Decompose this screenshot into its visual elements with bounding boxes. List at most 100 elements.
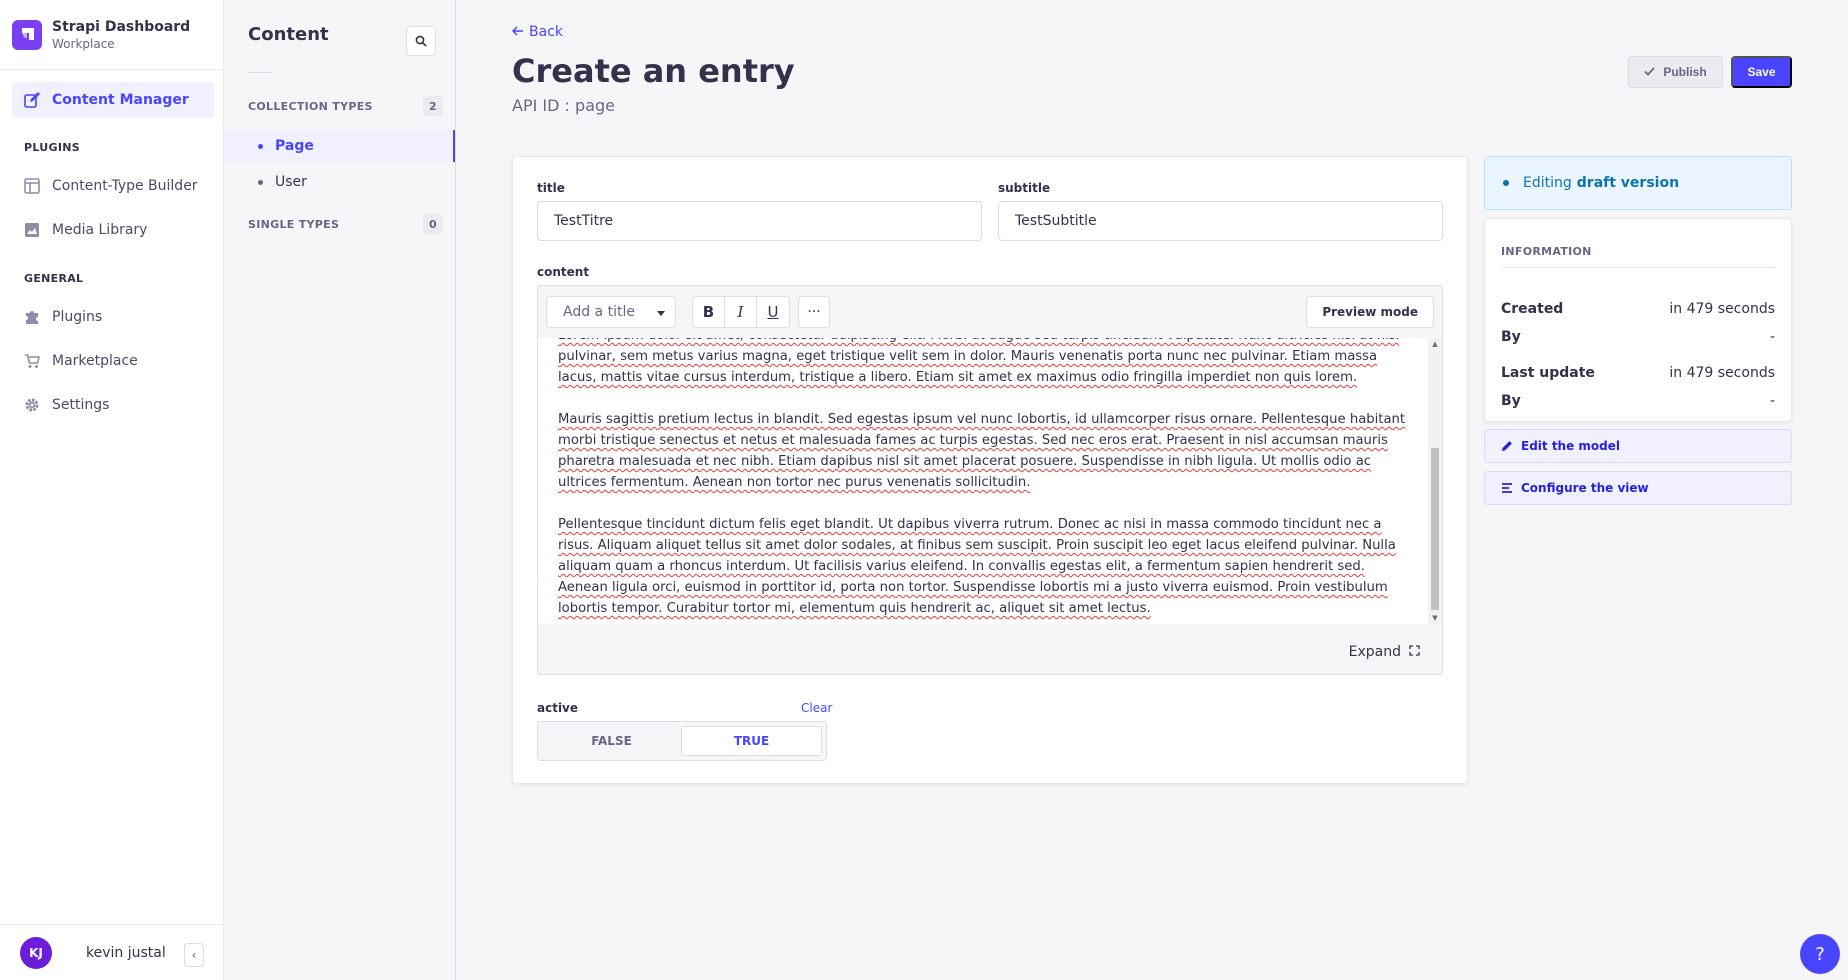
shopping-cart-icon	[24, 353, 40, 369]
caret-down-icon	[657, 304, 665, 320]
heading-select-placeholder: Add a title	[563, 304, 635, 320]
edit-model-button[interactable]: Edit the model	[1484, 429, 1792, 463]
nav-content-manager[interactable]: Content Manager	[12, 82, 214, 118]
bold-button[interactable]: B	[693, 297, 725, 327]
chevron-left-icon: ‹	[191, 948, 197, 962]
bullet-icon	[258, 143, 263, 149]
subnav-search-button[interactable]	[406, 26, 436, 56]
gear-icon	[24, 397, 40, 413]
subtitle-input[interactable]: TestSubtitle	[998, 201, 1443, 241]
edit-model-label: Edit the model	[1521, 439, 1620, 453]
created-by-label: By	[1501, 329, 1521, 345]
info-row-created: Created in 479 seconds	[1501, 301, 1775, 317]
back-label: Back	[529, 24, 563, 40]
information-title: INFORMATION	[1501, 245, 1592, 258]
nav-marketplace[interactable]: Marketplace	[12, 343, 214, 379]
check-icon	[1644, 65, 1655, 79]
updated-by-value: -	[1769, 393, 1775, 409]
collapse-nav-button[interactable]: ‹	[184, 943, 204, 967]
created-label: Created	[1501, 301, 1564, 317]
content-paragraph: Mauris sagittis pretium lectus in blandi…	[558, 412, 1406, 490]
collection-types-label: COLLECTION TYPES	[248, 99, 373, 113]
user-footer: KJ kevin justal ‹	[0, 924, 224, 980]
content-label: content	[537, 265, 590, 279]
user-name[interactable]: kevin justal	[86, 945, 166, 961]
nav-plugins[interactable]: Plugins	[12, 299, 214, 335]
strapi-logo-icon	[12, 19, 42, 50]
format-button-group: B I U	[692, 296, 790, 328]
more-options-button[interactable]: ···	[798, 296, 830, 328]
single-types-section[interactable]: SINGLE TYPES 0	[248, 214, 443, 234]
subnav-item-page[interactable]: Page	[224, 130, 455, 162]
scrollbar-thumb[interactable]	[1431, 448, 1439, 610]
nav-section-plugins: PLUGINS	[24, 141, 80, 154]
created-value: in 479 seconds	[1669, 301, 1775, 317]
content-paragraph: Lorem ipsum dolor sit amet, consectetur …	[558, 338, 1399, 385]
updated-value: in 479 seconds	[1669, 365, 1775, 381]
information-divider	[1501, 267, 1775, 268]
entry-form: title TestTitre subtitle TestSubtitle co…	[512, 156, 1468, 784]
created-by-value: -	[1769, 329, 1775, 345]
info-row-created-by: By -	[1501, 329, 1775, 345]
expand-button[interactable]: Expand	[1349, 644, 1420, 660]
subnav-divider	[248, 72, 272, 73]
false-option[interactable]: FALSE	[542, 726, 681, 756]
editor-text[interactable]: Lorem ipsum dolor sit amet, consectetur …	[558, 338, 1418, 624]
editor-content-area[interactable]: Lorem ipsum dolor sit amet, consectetur …	[538, 338, 1442, 624]
help-button[interactable]: ?	[1800, 934, 1840, 974]
status-dot-icon	[1503, 180, 1509, 186]
nav-marketplace-label: Marketplace	[52, 353, 138, 369]
subnav-item-user[interactable]: User	[224, 166, 455, 198]
api-id: API ID : page	[512, 96, 615, 115]
single-types-label: SINGLE TYPES	[248, 217, 340, 231]
scroll-up-arrow-icon[interactable]: ▲	[1428, 338, 1442, 350]
updated-label: Last update	[1501, 365, 1595, 381]
expand-icon	[1409, 644, 1420, 660]
image-icon	[24, 222, 40, 238]
true-option[interactable]: TRUE	[681, 726, 822, 756]
underline-button[interactable]: U	[757, 297, 789, 327]
nav-media-library[interactable]: Media Library	[12, 212, 214, 248]
nav-settings-label: Settings	[52, 397, 110, 413]
nav-plugins-label: Plugins	[52, 309, 103, 325]
collection-types-section[interactable]: COLLECTION TYPES 2	[248, 96, 443, 116]
nav-content-manager-label: Content Manager	[52, 92, 189, 108]
nav-content-type-builder[interactable]: Content-Type Builder	[12, 168, 214, 204]
configure-view-button[interactable]: Configure the view	[1484, 471, 1792, 505]
subtitle-label: subtitle	[998, 181, 1051, 195]
save-button[interactable]: Save	[1731, 56, 1792, 88]
editor-scrollbar[interactable]: ▲ ▼	[1428, 338, 1442, 624]
information-card: INFORMATION Created in 479 seconds By - …	[1484, 218, 1792, 422]
editor-toolbar: Add a title B I U ··· Preview mode	[538, 286, 1442, 338]
nav-settings[interactable]: Settings	[12, 387, 214, 423]
publish-button[interactable]: Publish	[1628, 56, 1723, 88]
brand-title: Strapi Dashboard	[52, 18, 191, 35]
arrow-left-icon	[511, 24, 523, 40]
main-navigation: Strapi Dashboard Workplace Content Manag…	[0, 0, 224, 980]
italic-button[interactable]: I	[725, 297, 757, 327]
publish-label: Publish	[1663, 65, 1707, 79]
title-input[interactable]: TestTitre	[537, 201, 982, 241]
brand-header: Strapi Dashboard Workplace	[0, 0, 223, 70]
page-title: Create an entry	[512, 52, 795, 90]
title-label: title	[537, 181, 565, 195]
editing-prefix: Editing	[1523, 175, 1572, 191]
heading-select[interactable]: Add a title	[546, 296, 676, 328]
preview-mode-button[interactable]: Preview mode	[1306, 296, 1434, 328]
expand-label: Expand	[1348, 644, 1401, 660]
nav-media-library-label: Media Library	[52, 222, 148, 238]
configure-view-label: Configure the view	[1521, 481, 1649, 495]
single-types-count: 0	[423, 214, 443, 234]
back-link[interactable]: Back	[511, 24, 563, 40]
avatar[interactable]: KJ	[20, 936, 52, 969]
collection-types-count: 2	[423, 96, 443, 116]
layout-icon	[24, 178, 40, 194]
info-row-updated-by: By -	[1501, 393, 1775, 409]
editing-version: draft version	[1576, 175, 1680, 191]
search-icon	[415, 32, 427, 51]
subnav-title: Content	[248, 24, 329, 45]
clear-link[interactable]: Clear	[801, 701, 832, 715]
scroll-down-arrow-icon[interactable]: ▼	[1428, 612, 1442, 624]
pencil-icon	[1501, 440, 1513, 452]
nav-section-general: GENERAL	[24, 272, 84, 285]
